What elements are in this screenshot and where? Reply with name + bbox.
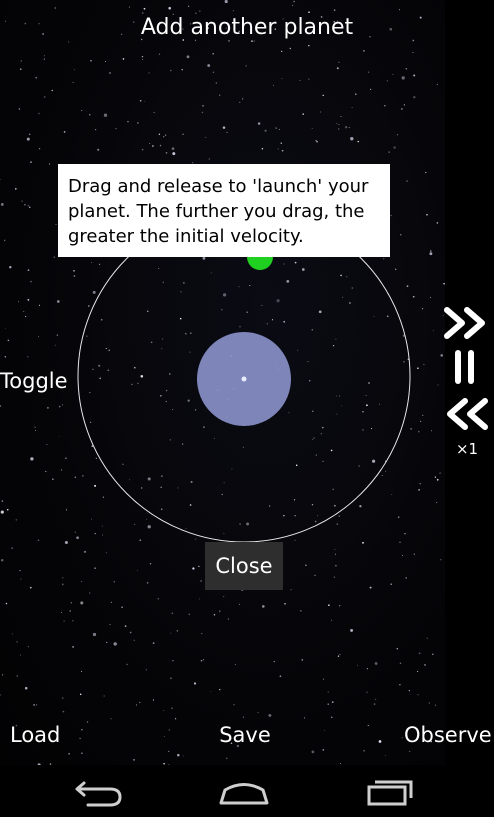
recent-apps-icon[interactable] bbox=[361, 773, 421, 809]
close-button[interactable]: Close bbox=[205, 542, 283, 590]
toggle-button[interactable]: Toggle bbox=[0, 364, 80, 398]
pause-icon[interactable] bbox=[450, 350, 480, 384]
add-planet-button[interactable]: Add another planet bbox=[0, 10, 494, 46]
save-button[interactable]: Save bbox=[205, 718, 285, 752]
load-button[interactable]: Load bbox=[10, 718, 80, 752]
instruction-tooltip: Drag and release to 'launch' your planet… bbox=[58, 164, 390, 257]
observe-button[interactable]: Observe bbox=[404, 718, 494, 752]
system-navigation-bar bbox=[0, 765, 494, 817]
back-icon[interactable] bbox=[70, 773, 130, 809]
speed-multiplier: ×1 bbox=[455, 440, 479, 458]
planet-center-dot bbox=[241, 376, 247, 382]
app-screen: Add another planet Drag and release to '… bbox=[0, 0, 494, 817]
fast-forward-icon[interactable] bbox=[443, 305, 491, 341]
home-icon[interactable] bbox=[214, 773, 274, 809]
rewind-icon[interactable] bbox=[443, 396, 491, 432]
